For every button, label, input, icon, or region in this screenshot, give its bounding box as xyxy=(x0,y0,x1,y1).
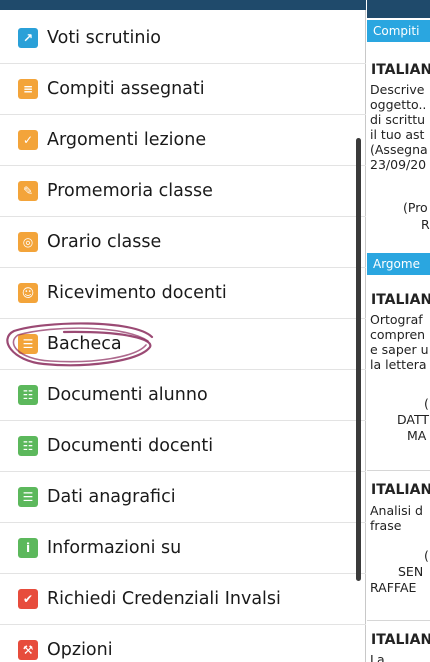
scrollbar[interactable] xyxy=(356,138,361,581)
personal-data-icon: ☰ xyxy=(18,487,38,507)
menu-item-label: Promemoria classe xyxy=(47,181,213,201)
invalsi-icon: ✔ xyxy=(18,589,38,609)
info-icon: i xyxy=(18,538,38,558)
item-author: MA xyxy=(407,428,427,443)
item-text: Ortograf compren e saper u la lettera xyxy=(370,312,429,372)
item-author: RAFFAE xyxy=(370,580,417,595)
item-author: ( xyxy=(424,548,429,563)
menu-item-orario-classe[interactable]: ◎ Orario classe xyxy=(0,217,366,268)
teacher-meeting-icon: ☺ xyxy=(18,283,38,303)
item-author: ( xyxy=(424,396,429,411)
item-author: DATT xyxy=(397,412,430,427)
divider xyxy=(367,620,430,621)
item-author: SEN xyxy=(398,564,424,579)
item-title: ITALIAN xyxy=(371,632,430,648)
item-author: R xyxy=(421,217,430,232)
menu-item-label: Richiedi Credenziali Invalsi xyxy=(47,589,281,609)
menu-item-bacheca[interactable]: ☰ Bacheca xyxy=(0,319,366,370)
status-bar xyxy=(0,0,366,10)
menu-item-richiedi-credenziali-invalsi[interactable]: ✔ Richiedi Credenziali Invalsi xyxy=(0,574,366,625)
item-title: ITALIAN xyxy=(371,292,430,308)
grades-icon: ↗ xyxy=(18,28,38,48)
teacher-docs-icon: ☷ xyxy=(18,436,38,456)
menu-item-label: Argomenti lezione xyxy=(47,130,207,150)
item-text: La xyxy=(370,652,385,662)
divider xyxy=(367,470,430,471)
content-panel: Compiti ITALIAN Descrive oggetto.. di sc… xyxy=(367,0,430,662)
menu-item-label: Documenti docenti xyxy=(47,436,214,456)
section-header-compiti[interactable]: Compiti xyxy=(367,20,430,42)
homework-icon: ≡ xyxy=(18,79,38,99)
clock-icon: ◎ xyxy=(18,232,38,252)
menu-item-documenti-docenti[interactable]: ☷ Documenti docenti xyxy=(0,421,366,472)
navigation-drawer: ↗ Voti scrutinio ≡ Compiti assegnati ✓ Argome… xyxy=(0,0,366,662)
menu-item-ricevimento-docenti[interactable]: ☺ Ricevimento docenti xyxy=(0,268,366,319)
section-header-argomenti[interactable]: Argome xyxy=(367,253,430,275)
menu-item-informazioni-su[interactable]: i Informazioni su xyxy=(0,523,366,574)
menu-item-label: Compiti assegnati xyxy=(47,79,205,99)
item-title: ITALIAN xyxy=(371,62,430,78)
menu-item-label: Opzioni xyxy=(47,640,113,660)
wrench-icon: ⚒ xyxy=(18,640,38,660)
item-text: Descrive oggetto.. di scrittu il tuo ast… xyxy=(370,82,428,172)
reminder-icon: ✎ xyxy=(18,181,38,201)
menu-item-compiti-assegnati[interactable]: ≡ Compiti assegnati xyxy=(0,64,366,115)
menu-item-label: Informazioni su xyxy=(47,538,182,558)
student-docs-icon: ☷ xyxy=(18,385,38,405)
menu-item-label: Bacheca xyxy=(47,334,122,354)
menu-item-label: Orario classe xyxy=(47,232,162,252)
menu-item-label: Documenti alunno xyxy=(47,385,208,405)
menu-item-voti-scrutinio[interactable]: ↗ Voti scrutinio xyxy=(0,13,366,64)
menu-item-label: Ricevimento docenti xyxy=(47,283,227,303)
menu-item-label: Dati anagrafici xyxy=(47,487,176,507)
lesson-topics-icon: ✓ xyxy=(18,130,38,150)
menu-item-label: Voti scrutinio xyxy=(47,28,162,48)
noticeboard-icon: ☰ xyxy=(18,334,38,354)
item-author: (Pro xyxy=(403,200,428,215)
menu-item-promemoria-classe[interactable]: ✎ Promemoria classe xyxy=(0,166,366,217)
item-title: ITALIAN xyxy=(371,482,430,498)
item-text: Analisi d frase xyxy=(370,503,423,533)
menu-item-opzioni[interactable]: ⚒ Opzioni xyxy=(0,625,366,662)
menu-item-argomenti-lezione[interactable]: ✓ Argomenti lezione xyxy=(0,115,366,166)
menu-item-dati-anagrafici[interactable]: ☰ Dati anagrafici xyxy=(0,472,366,523)
menu-item-documenti-alunno[interactable]: ☷ Documenti alunno xyxy=(0,370,366,421)
panel-topbar xyxy=(367,0,430,18)
